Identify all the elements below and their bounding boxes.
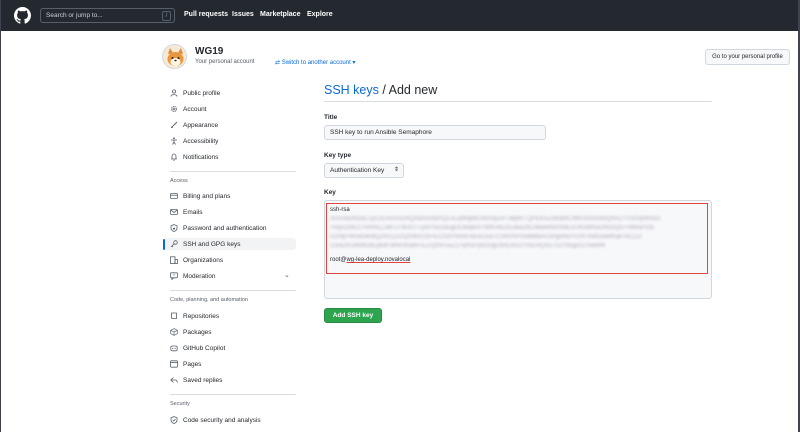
sidebar-item-label: Accessibility xyxy=(183,137,219,145)
sidebar-divider xyxy=(170,394,296,395)
sidebar-heading-code: Code, planning, and automation xyxy=(170,297,248,303)
github-logo-icon[interactable] xyxy=(14,7,31,24)
gear-icon xyxy=(170,105,178,113)
sidebar-item-ssh-gpg-keys[interactable]: SSH and GPG keys xyxy=(163,238,296,250)
key-line-prefix: ssh-rsa xyxy=(330,207,350,213)
page-title: SSH keys / Add new xyxy=(324,83,437,97)
key-line: ssh-rsa xyxy=(330,206,350,215)
sidebar-item-account[interactable]: Account xyxy=(170,103,207,115)
sidebar-item-label: GitHub Copilot xyxy=(183,344,226,352)
copilot-icon xyxy=(170,344,178,352)
sidebar-item-accessibility[interactable]: Accessibility xyxy=(170,135,218,147)
profile-subtitle: Your personal account xyxy=(195,59,255,65)
sidebar-item-label: SSH and GPG keys xyxy=(183,240,241,248)
sidebar-item-pages[interactable]: Pages xyxy=(170,358,201,370)
key-icon xyxy=(170,240,178,248)
key-line: +mpu1l9CC+RH0LL3dF2TW3U7Tj06Y5cGkugDCBwj… xyxy=(330,225,655,231)
sidebar-item-label: Billing and plans xyxy=(183,192,231,200)
sidebar-item-label: Code security and analysis xyxy=(183,416,261,424)
person-icon xyxy=(170,89,178,97)
repo-icon xyxy=(170,312,178,320)
sidebar-item-billing[interactable]: Billing and plans xyxy=(170,190,230,202)
reply-icon xyxy=(170,376,178,384)
sidebar-item-copilot[interactable]: GitHub Copilot xyxy=(170,342,225,354)
nav-issues[interactable]: Issues xyxy=(232,11,254,18)
sidebar-item-label: Emails xyxy=(183,208,203,216)
slash-shortcut-icon: / xyxy=(162,11,171,21)
sidebar-item-emails[interactable]: Emails xyxy=(170,206,203,218)
sidebar-item-label: Organizations xyxy=(183,256,224,264)
title-field[interactable]: SSH key to run Ansible Semaphore xyxy=(324,125,546,140)
shiba-avatar-icon xyxy=(163,45,186,68)
nav-marketplace[interactable]: Marketplace xyxy=(260,11,300,18)
sidebar-item-code-security[interactable]: Code security and analysis xyxy=(170,414,261,426)
report-icon xyxy=(170,272,178,280)
avatar[interactable] xyxy=(162,44,187,69)
sidebar-item-public-profile[interactable]: Public profile xyxy=(170,87,220,99)
caret-down-icon: ▾ xyxy=(350,60,356,66)
search-placeholder: Search or jump to... xyxy=(46,12,103,19)
sidebar-item-label: Pages xyxy=(183,360,202,368)
sidebar-divider xyxy=(170,171,296,172)
shield-check-icon xyxy=(170,416,178,424)
sidebar-item-label: Repositories xyxy=(183,312,220,320)
key-label: Key xyxy=(324,189,336,196)
browser-icon xyxy=(170,360,178,368)
title-divider xyxy=(324,101,712,102)
sidebar-divider xyxy=(170,290,296,291)
sidebar-item-label: Packages xyxy=(183,328,212,336)
key-host: wg-lea-deploy.novalocal xyxy=(346,257,411,263)
sidebar-item-label: Saved replies xyxy=(183,376,223,384)
breadcrumb-current: / Add new xyxy=(378,83,438,97)
sidebar-heading-access: Access xyxy=(170,178,188,184)
key-type-select[interactable]: Authentication Key xyxy=(324,163,404,178)
go-to-profile-button[interactable]: Go to your personal profile xyxy=(705,49,790,65)
key-type-label: Key type xyxy=(324,152,352,159)
nav-explore[interactable]: Explore xyxy=(307,11,333,18)
shield-lock-icon xyxy=(170,224,178,232)
sidebar-item-notifications[interactable]: Notifications xyxy=(170,151,218,163)
sidebar-heading-security: Security xyxy=(170,401,190,407)
switch-account-link[interactable]: ⇄ Switch to another account ▾ xyxy=(275,59,355,66)
sidebar-item-label: Password and authentication xyxy=(183,224,267,232)
paintbrush-icon xyxy=(170,121,178,129)
select-arrows-icon: ⇕ xyxy=(394,167,400,173)
sidebar-item-saved-replies[interactable]: Saved replies xyxy=(170,374,222,386)
sidebar-item-label: Appearance xyxy=(183,121,219,129)
global-header: Search or jump to... / Pull requests Iss… xyxy=(0,0,800,31)
chevron-down-icon[interactable]: ⌄ xyxy=(284,271,290,279)
sidebar-item-repositories[interactable]: Repositories xyxy=(170,310,219,322)
sidebar-item-appearance[interactable]: Appearance xyxy=(170,119,218,131)
key-line: G2Hp+4Ke63e/dQZhz1Zu2Q0/8nU16+EC020YkmdT… xyxy=(330,234,642,240)
key-user: root@ xyxy=(330,257,347,263)
accessibility-icon xyxy=(170,137,178,145)
mail-icon xyxy=(170,208,178,216)
profile-username: WG19 xyxy=(195,46,224,57)
package-icon xyxy=(170,328,178,336)
add-ssh-key-button[interactable]: Add SSH key xyxy=(324,308,382,323)
sidebar-item-label: Account xyxy=(183,105,207,113)
sidebar-item-label: Moderation xyxy=(183,272,216,280)
bell-icon xyxy=(170,153,178,161)
sidebar-item-label: Notifications xyxy=(183,153,219,161)
key-line: AAAAB3NzaC1yc2EAAAADAQABAAABAQCvLqWfgMD3… xyxy=(330,216,661,222)
organization-icon xyxy=(170,256,178,264)
sidebar-item-label: Public profile xyxy=(183,89,221,97)
nav-pull-requests[interactable]: Pull requests xyxy=(184,11,228,18)
switch-account-label: Switch to another account xyxy=(281,60,351,66)
sidebar-item-moderation[interactable]: Moderation xyxy=(170,270,216,282)
sidebar-item-packages[interactable]: Packages xyxy=(170,326,212,338)
sidebar-item-organizations[interactable]: Organizations xyxy=(170,254,223,266)
sidebar-item-password[interactable]: Password and authentication xyxy=(170,222,266,234)
credit-card-icon xyxy=(170,192,178,200)
key-line: CIo4ZK1lM4fG6LpkdFWN/0IOB6+EZ/Qr0i+uuZ1+… xyxy=(330,243,606,249)
key-line: root@wg-lea-deploy.novalocal xyxy=(330,256,410,265)
breadcrumb-ssh-keys-link[interactable]: SSH keys xyxy=(324,83,379,97)
window-border-left xyxy=(0,0,1,432)
title-label: Title xyxy=(324,114,338,121)
switch-icon: ⇄ xyxy=(275,60,282,66)
search-input[interactable]: Search or jump to... / xyxy=(40,8,175,23)
active-indicator xyxy=(163,238,165,250)
